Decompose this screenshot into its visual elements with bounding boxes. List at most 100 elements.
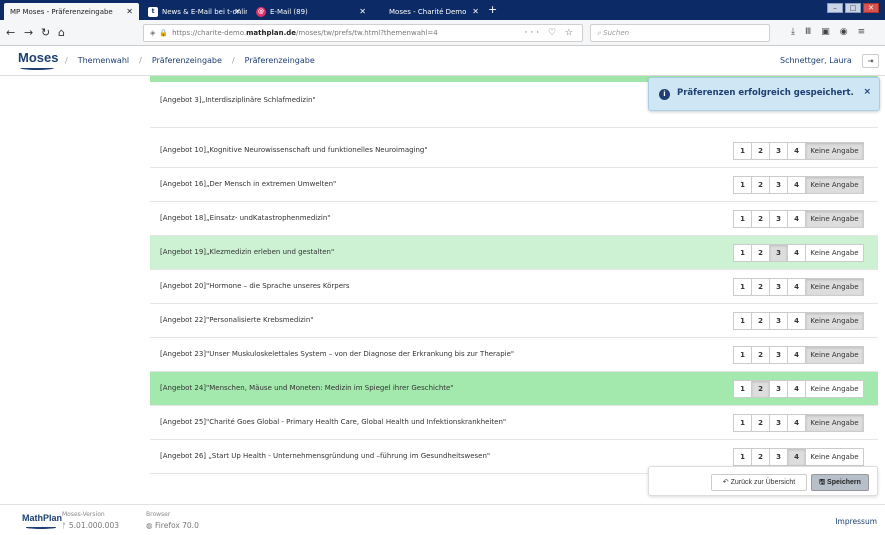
preference-option-3[interactable]: 3 <box>769 448 788 466</box>
preference-option-keine-angabe[interactable]: Keine Angabe <box>805 312 864 330</box>
preference-option-2[interactable]: 2 <box>751 244 770 262</box>
preference-option-2[interactable]: 2 <box>751 210 770 228</box>
window-controls: – □ ✕ <box>827 3 879 13</box>
preference-option-keine-angabe[interactable]: Keine Angabe <box>805 176 864 194</box>
sidebar-icon[interactable]: ▣ <box>821 27 830 37</box>
search-input[interactable]: ⌕ Suchen <box>590 24 770 42</box>
preference-option-4[interactable]: 4 <box>787 142 806 160</box>
minimize-icon[interactable]: – <box>827 3 843 13</box>
library-icon[interactable]: Ⅲ <box>805 27 811 37</box>
table-row: [Angebot 10]„Kognitive Neurowissenschaft… <box>150 134 878 168</box>
preference-option-3[interactable]: 3 <box>769 346 788 364</box>
browser-value: Firefox 70.0 <box>154 521 199 530</box>
url-bar[interactable]: ◈ 🔒 https://charite-demo. mathplan.de/mos… <box>143 24 583 42</box>
preference-option-2[interactable]: 2 <box>751 414 770 432</box>
preference-option-2[interactable]: 2 <box>751 312 770 330</box>
preference-option-4[interactable]: 4 <box>787 448 806 466</box>
preference-option-4[interactable]: 4 <box>787 380 806 398</box>
browser-tab-email[interactable]: @ E-Mail (89) ✕ <box>250 3 372 20</box>
browser-info: Browser ◍ Firefox 70.0 <box>146 511 199 530</box>
preference-option-keine-angabe[interactable]: Keine Angabe <box>805 448 864 466</box>
preference-option-4[interactable]: 4 <box>787 414 806 432</box>
preference-option-2[interactable]: 2 <box>751 448 770 466</box>
close-icon[interactable]: ✕ <box>126 7 133 16</box>
breadcrumb: / Themenwahl / Präferenzeingabe / Präfer… <box>65 56 315 65</box>
breadcrumb-item-current: Präferenzeingabe <box>244 56 315 65</box>
preference-option-4[interactable]: 4 <box>787 176 806 194</box>
preference-option-4[interactable]: 4 <box>787 312 806 330</box>
preference-option-1[interactable]: 1 <box>733 176 752 194</box>
new-tab-icon[interactable]: + <box>488 3 497 16</box>
save-button[interactable]: 🖫 Speichern <box>811 474 869 491</box>
preference-option-1[interactable]: 1 <box>733 312 752 330</box>
table-row: [Angebot 24]"Menschen, Mäuse und Moneten… <box>150 372 878 406</box>
preference-option-keine-angabe[interactable]: Keine Angabe <box>805 142 864 160</box>
preference-option-1[interactable]: 1 <box>733 210 752 228</box>
page-actions-icon[interactable]: ··· ♡ ☆ <box>525 28 576 38</box>
preference-option-2[interactable]: 2 <box>751 278 770 296</box>
preference-option-4[interactable]: 4 <box>787 346 806 364</box>
close-icon[interactable]: ✕ <box>234 7 241 16</box>
toast-close-button[interactable]: × <box>863 87 871 97</box>
preference-option-1[interactable]: 1 <box>733 448 752 466</box>
preference-option-keine-angabe[interactable]: Keine Angabe <box>805 278 864 296</box>
preference-option-2[interactable]: 2 <box>751 142 770 160</box>
home-icon[interactable]: ⌂ <box>58 26 65 39</box>
preference-option-3[interactable]: 3 <box>769 244 788 262</box>
window-close-icon[interactable]: ✕ <box>863 3 879 13</box>
preference-option-keine-angabe[interactable]: Keine Angabe <box>805 346 864 364</box>
preference-option-3[interactable]: 3 <box>769 312 788 330</box>
table-row: [Angebot 18]„Einsatz- undKatastrophenmed… <box>150 202 878 236</box>
preference-button-group: 1 2 3 4 Keine Angabe <box>733 142 864 160</box>
impressum-link[interactable]: Impressum <box>835 517 877 526</box>
preference-option-keine-angabe[interactable]: Keine Angabe <box>805 244 864 262</box>
browser-tab-moses[interactable]: MP Moses - Präferenzeingabe ✕ <box>4 3 139 20</box>
preference-option-4[interactable]: 4 <box>787 278 806 296</box>
close-icon[interactable]: ✕ <box>359 7 366 16</box>
preference-option-3[interactable]: 3 <box>769 380 788 398</box>
preference-option-2[interactable]: 2 <box>751 380 770 398</box>
preference-option-1[interactable]: 1 <box>733 414 752 432</box>
preference-option-3[interactable]: 3 <box>769 278 788 296</box>
url-host: mathplan.de <box>246 29 297 37</box>
reload-icon[interactable]: ↻ <box>41 26 50 39</box>
preference-option-keine-angabe[interactable]: Keine Angabe <box>805 210 864 228</box>
close-icon[interactable]: ✕ <box>472 7 479 16</box>
user-name[interactable]: Schnettger, Laura <box>780 56 852 65</box>
preference-button-group: 1 2 3 4 Keine Angabe <box>733 278 864 296</box>
preference-option-3[interactable]: 3 <box>769 210 788 228</box>
download-icon[interactable]: ⤓ <box>791 27 795 37</box>
menu-icon[interactable]: ≡ <box>858 27 866 37</box>
account-icon[interactable]: ◉ <box>840 27 848 37</box>
preference-button-group: 1 2 3 4 Keine Angabe <box>733 380 864 398</box>
back-arrow-icon[interactable]: ← <box>6 26 15 39</box>
preference-option-2[interactable]: 2 <box>751 176 770 194</box>
preference-option-1[interactable]: 1 <box>733 244 752 262</box>
preference-option-keine-angabe[interactable]: Keine Angabe <box>805 380 864 398</box>
back-to-overview-button[interactable]: ↶ Zurück zur Übersicht <box>711 474 807 491</box>
preference-option-3[interactable]: 3 <box>769 414 788 432</box>
logo-wave-icon <box>26 526 56 529</box>
preference-option-1[interactable]: 1 <box>733 142 752 160</box>
preference-option-2[interactable]: 2 <box>751 346 770 364</box>
preference-option-3[interactable]: 3 <box>769 142 788 160</box>
breadcrumb-item-themenwahl[interactable]: Themenwahl <box>78 56 129 65</box>
tonline-favicon-icon: t <box>148 6 158 17</box>
breadcrumb-separator: / <box>65 56 68 65</box>
breadcrumb-item-praeferenzeingabe[interactable]: Präferenzeingabe <box>152 56 222 65</box>
preference-button-group: 1 2 3 4 Keine Angabe <box>733 244 864 262</box>
browser-tab-tonline[interactable]: t News & E-Mail bei t-online.de ✕ <box>142 3 247 20</box>
forward-arrow-icon[interactable]: → <box>24 26 33 39</box>
logout-button[interactable]: ⇥ <box>862 54 879 68</box>
preference-option-1[interactable]: 1 <box>733 278 752 296</box>
preference-option-keine-angabe[interactable]: Keine Angabe <box>805 414 864 432</box>
preference-option-1[interactable]: 1 <box>733 346 752 364</box>
preference-option-3[interactable]: 3 <box>769 176 788 194</box>
toast-message: Präferenzen erfolgreich gespeichert. <box>677 88 854 98</box>
preference-option-4[interactable]: 4 <box>787 244 806 262</box>
preference-option-4[interactable]: 4 <box>787 210 806 228</box>
moses-logo[interactable]: Moses <box>18 50 58 65</box>
browser-tab-charite[interactable]: Moses - Charité Demo ✕ <box>375 3 485 20</box>
maximize-icon[interactable]: □ <box>845 3 861 13</box>
preference-option-1[interactable]: 1 <box>733 380 752 398</box>
